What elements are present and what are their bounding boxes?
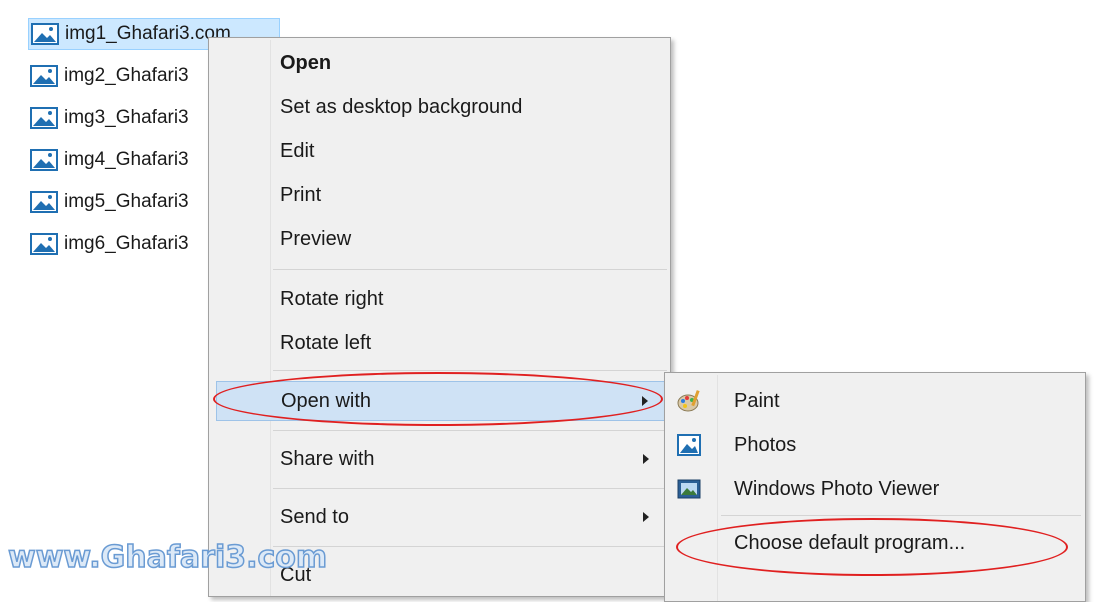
menu-separator [273,488,667,489]
submenu-arrow-icon [642,396,648,406]
menu-separator [273,269,667,270]
menu-item-label: Preview [280,227,352,250]
submenu-item-label: Choose default program... [734,531,966,554]
submenu-separator [721,515,1081,516]
submenu-item-paint[interactable]: Paint [668,381,1082,421]
context-menu: Open Set as desktop background Edit Prin… [208,37,671,597]
image-file-icon [30,149,58,171]
image-file-icon [31,23,59,45]
submenu-item-windows-photo-viewer[interactable]: Windows Photo Viewer [668,469,1082,509]
menu-item-rotate-left[interactable]: Rotate left [212,324,667,362]
submenu-item-label: Photos [734,433,797,456]
photos-app-icon [677,434,701,456]
menu-item-label: Rotate right [280,287,384,310]
paint-palette-icon [677,390,700,412]
file-name: img6_Ghafari3 [64,233,189,254]
image-file-icon [30,233,58,255]
menu-item-send-to[interactable]: Send to [212,498,667,536]
menu-item-label: Rotate left [280,331,372,354]
image-file-icon [30,191,58,213]
menu-item-label: Edit [280,139,315,162]
menu-separator [273,546,667,547]
submenu-arrow-icon [643,512,649,522]
menu-item-label: Open with [281,389,372,412]
menu-item-rotate-right[interactable]: Rotate right [212,280,667,318]
photo-viewer-icon [677,479,701,499]
menu-item-label: Share with [280,447,375,470]
menu-item-edit[interactable]: Edit [212,132,667,170]
file-name: img2_Ghafari3 [64,65,189,86]
file-name: img4_Ghafari3 [64,149,189,170]
menu-item-label: Print [280,183,322,206]
file-name: img5_Ghafari3 [64,191,189,212]
submenu-item-photos[interactable]: Photos [668,425,1082,465]
menu-item-open-with[interactable]: Open with [216,381,667,421]
file-name: img1_Ghafari3.com [65,23,231,44]
menu-item-print[interactable]: Print [212,176,667,214]
image-file-icon [30,107,58,129]
menu-item-set-desktop-background[interactable]: Set as desktop background [212,88,667,126]
watermark: www.Ghafari3.com [7,539,328,576]
menu-item-label: Send to [280,505,349,528]
submenu-item-label: Paint [734,389,780,412]
file-name: img3_Ghafari3 [64,107,189,128]
menu-item-open[interactable]: Open [212,44,667,82]
menu-separator [273,370,667,371]
open-with-submenu: Paint Photos Windows Photo Viewer Choose… [664,372,1086,602]
menu-item-share-with[interactable]: Share with [212,440,667,478]
image-file-icon [30,65,58,87]
menu-item-preview[interactable]: Preview [212,220,667,258]
submenu-item-label: Windows Photo Viewer [734,477,940,500]
menu-separator [273,430,667,431]
menu-item-label: Set as desktop background [280,95,523,118]
menu-item-label: Open [280,51,332,74]
submenu-arrow-icon [643,454,649,464]
submenu-item-choose-default-program[interactable]: Choose default program... [668,523,1082,563]
